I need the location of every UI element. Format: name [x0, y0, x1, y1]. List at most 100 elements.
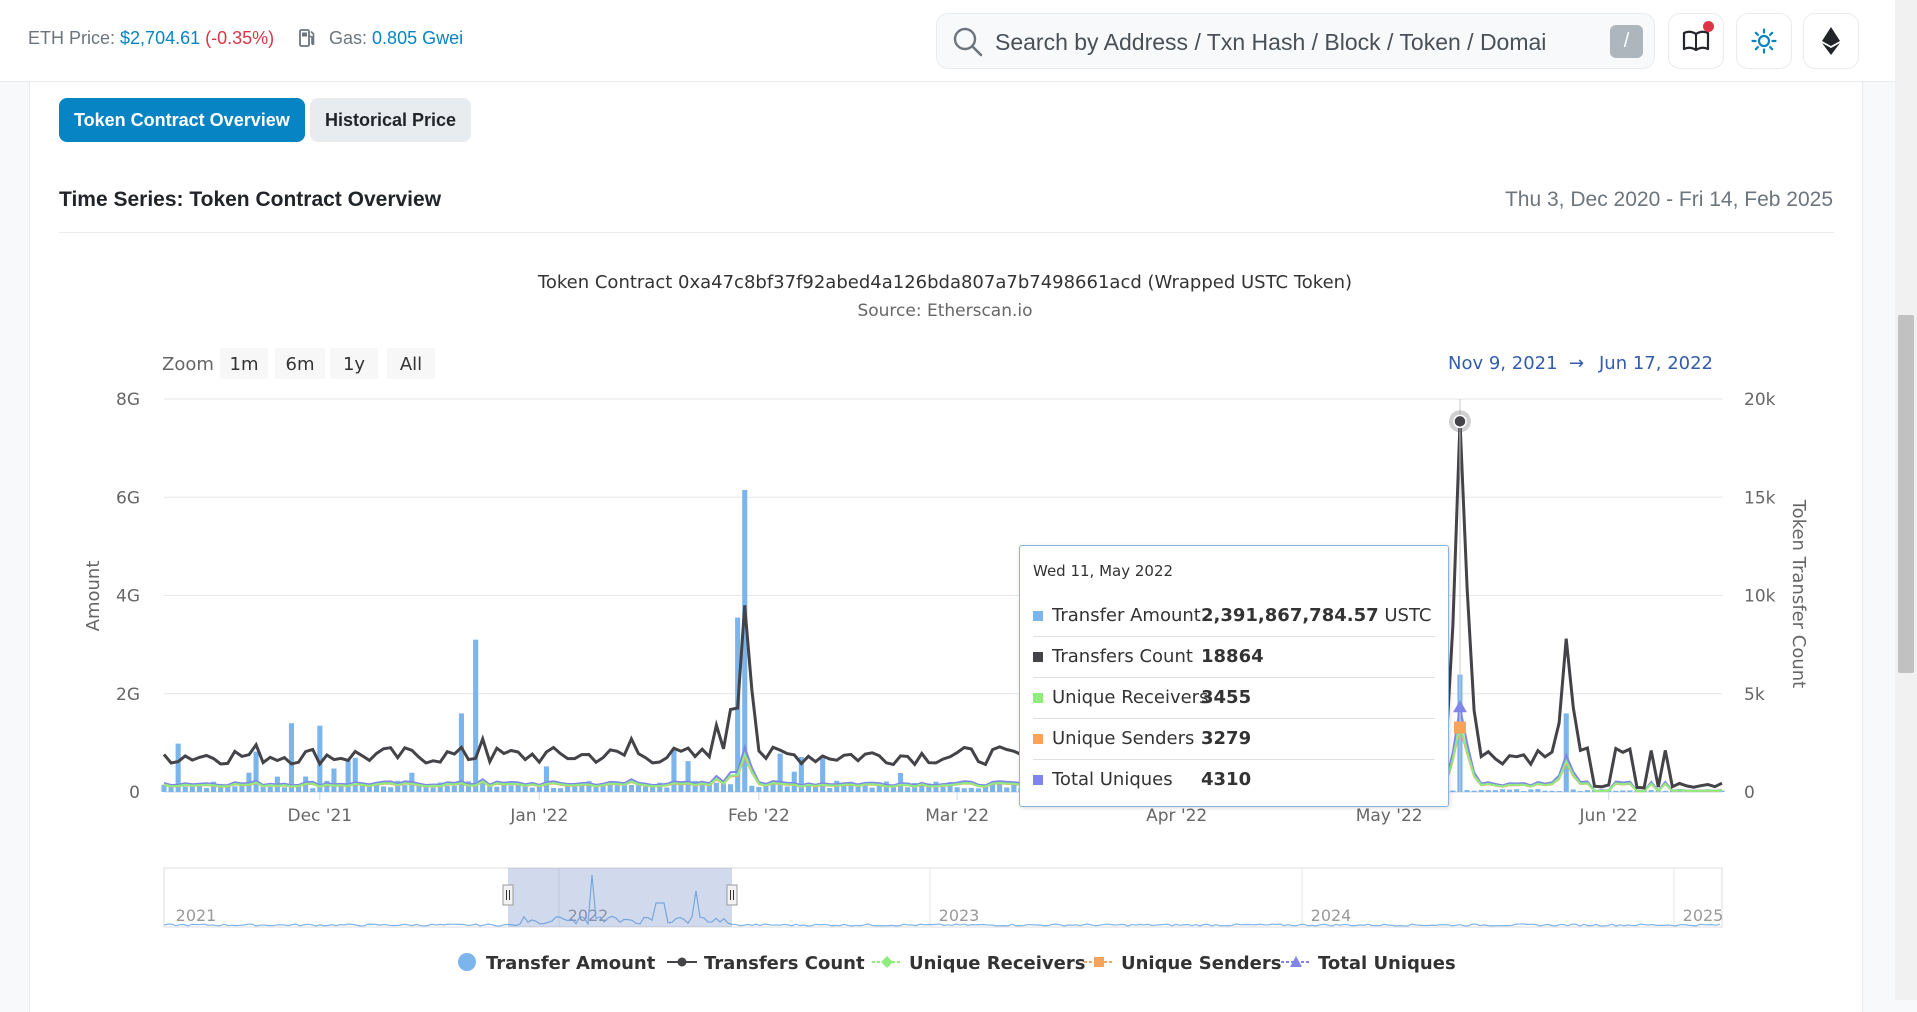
- eth-price-value[interactable]: $2,704.61: [120, 28, 200, 48]
- transfer-amount-bar: [820, 756, 826, 792]
- navigator-year-label: 2025: [1683, 906, 1724, 925]
- transfer-amount-bar: [1471, 790, 1477, 792]
- theme-toggle-button[interactable]: [1736, 13, 1792, 69]
- gas-value[interactable]: 0.805 Gwei: [372, 28, 463, 48]
- transfer-amount-bar: [671, 750, 677, 792]
- transfer-amount-bar: [1521, 791, 1527, 792]
- transfer-amount-bar: [1507, 789, 1513, 792]
- y-right-tick: 5k: [1744, 685, 1765, 705]
- legend-label: Total Uniques: [1318, 953, 1456, 974]
- transfer-amount-bar: [1004, 787, 1010, 792]
- tooltip-label: Unique Receivers: [1052, 687, 1209, 708]
- x-tick-label: Jan '22: [509, 806, 568, 826]
- transfer-amount-bar: [1556, 791, 1562, 792]
- tab-historical-price[interactable]: Historical Price: [310, 98, 472, 142]
- search-icon: [953, 27, 983, 57]
- eth-price-label: ETH Price:: [28, 28, 116, 48]
- chart-tooltip: Wed 11, May 2022 Transfer Amount 2,391,86…: [1019, 545, 1449, 807]
- transfer-amount-bar: [388, 787, 394, 792]
- transfer-amount-bar: [430, 787, 436, 792]
- transfer-amount-bar: [1485, 790, 1491, 792]
- y-left-tick: 6G: [116, 488, 140, 508]
- range-from[interactable]: Nov 9, 2021: [1448, 353, 1558, 374]
- tooltip-swatch: [1033, 734, 1043, 744]
- legend-item-transfer-amount[interactable]: Transfer Amount: [458, 953, 656, 974]
- transfer-amount-bar: [713, 782, 719, 792]
- range-navigator[interactable]: 20212022202320242025: [163, 867, 1724, 928]
- range-arrow: →: [1569, 353, 1584, 374]
- transfer-amount-bar: [728, 784, 734, 792]
- transfer-amount-bar: [961, 788, 967, 792]
- network-button[interactable]: [1803, 13, 1859, 69]
- gas-price: Gas: 0.805 Gwei: [298, 28, 463, 49]
- transfer-amount-bar: [1549, 790, 1555, 792]
- ethereum-icon: [1822, 27, 1840, 55]
- transfer-amount-bar: [635, 785, 641, 792]
- tooltip-swatch: [1033, 652, 1043, 662]
- navigator-handle-left[interactable]: [502, 884, 514, 906]
- eth-price-change: (-0.35%): [205, 28, 275, 48]
- transfer-amount-bar: [310, 788, 316, 792]
- tooltip-row-unique-senders: Unique Senders 3279: [1033, 719, 1435, 760]
- tab-token-contract-overview[interactable]: Token Contract Overview: [59, 98, 305, 142]
- tooltip-value: 18864: [1201, 646, 1264, 667]
- transfer-amount-bar: [444, 785, 450, 792]
- transfer-amount-bar: [954, 787, 960, 792]
- transfer-amount-bar: [827, 787, 833, 792]
- transfer-amount-bar: [805, 785, 811, 792]
- transfer-amount-bar: [869, 787, 875, 792]
- transfer-amount-bar: [756, 786, 762, 792]
- transfer-amount-bar: [529, 787, 535, 792]
- search-input[interactable]: [995, 24, 1555, 60]
- x-tick-label: Apr '22: [1146, 806, 1207, 826]
- transfer-amount-bar: [1577, 791, 1583, 792]
- transfer-amount-bar: [253, 751, 259, 792]
- transfer-amount-bar: [791, 771, 797, 792]
- search-box[interactable]: /: [936, 13, 1655, 69]
- tooltip-row-total-uniques: Total Uniques 4310: [1033, 760, 1435, 801]
- transfer-amount-bar: [536, 786, 542, 792]
- y-right-tick: 10k: [1744, 587, 1776, 607]
- transfer-amount-bar: [1535, 789, 1541, 792]
- transfer-amount-bar: [905, 787, 911, 792]
- gas-pump-icon: [299, 29, 315, 47]
- transfer-amount-bar: [1584, 790, 1590, 792]
- transfer-amount-bar: [1514, 789, 1520, 792]
- transfer-amount-bar: [494, 786, 500, 792]
- transfer-amount-bar: [267, 786, 273, 792]
- tooltip-value: 3455: [1201, 687, 1252, 708]
- tooltip-row-transfer-amount: Transfer Amount 2,391,867,784.57 USTC: [1033, 596, 1435, 637]
- tooltip-unit: USTC: [1378, 605, 1432, 626]
- transfer-amount-bar: [1478, 790, 1484, 792]
- transfer-amount-bar: [508, 785, 514, 792]
- transfer-amount-bar: [975, 788, 981, 792]
- hover-point-transfers-count: [1453, 414, 1467, 429]
- tooltip-value: 2,391,867,784.57 USTC: [1201, 605, 1432, 626]
- transfer-amount-bar: [182, 786, 188, 792]
- y-axis-left-label: Amount: [83, 561, 104, 632]
- chart-subtitle: Source: Etherscan.io: [857, 301, 1032, 321]
- transfer-amount-bar: [288, 723, 294, 792]
- y-right-tick: 15k: [1744, 488, 1776, 508]
- transfer-amount-bar: [664, 787, 670, 792]
- y-left-tick: 4G: [116, 587, 140, 607]
- zoom-button-label: 1y: [343, 354, 365, 375]
- y-left-tick: 2G: [116, 685, 140, 705]
- navigator-selection[interactable]: [508, 868, 732, 927]
- transfer-amount-bar: [968, 787, 974, 792]
- transfer-amount-bar: [643, 786, 649, 792]
- legend-label: Unique Senders: [1121, 953, 1281, 974]
- transfer-amount-bar: [1648, 790, 1654, 792]
- x-tick-label: Feb '22: [728, 806, 790, 826]
- reading-list-button[interactable]: [1668, 13, 1724, 69]
- y-right-tick: 20k: [1744, 390, 1776, 410]
- range-to[interactable]: Jun 17, 2022: [1598, 353, 1713, 374]
- tooltip-row-transfers-count: Transfers Count 18864: [1033, 637, 1435, 678]
- transfer-amount-bar: [1542, 790, 1548, 792]
- transfer-amount-bar: [1011, 784, 1017, 792]
- page-scrollbar-thumb[interactable]: [1898, 315, 1914, 673]
- navigator-handle-right[interactable]: [726, 884, 738, 906]
- legend-label: Transfers Count: [704, 953, 865, 974]
- navigator-year-label: 2023: [939, 906, 980, 925]
- tooltip-date: Wed 11, May 2022: [1033, 562, 1174, 580]
